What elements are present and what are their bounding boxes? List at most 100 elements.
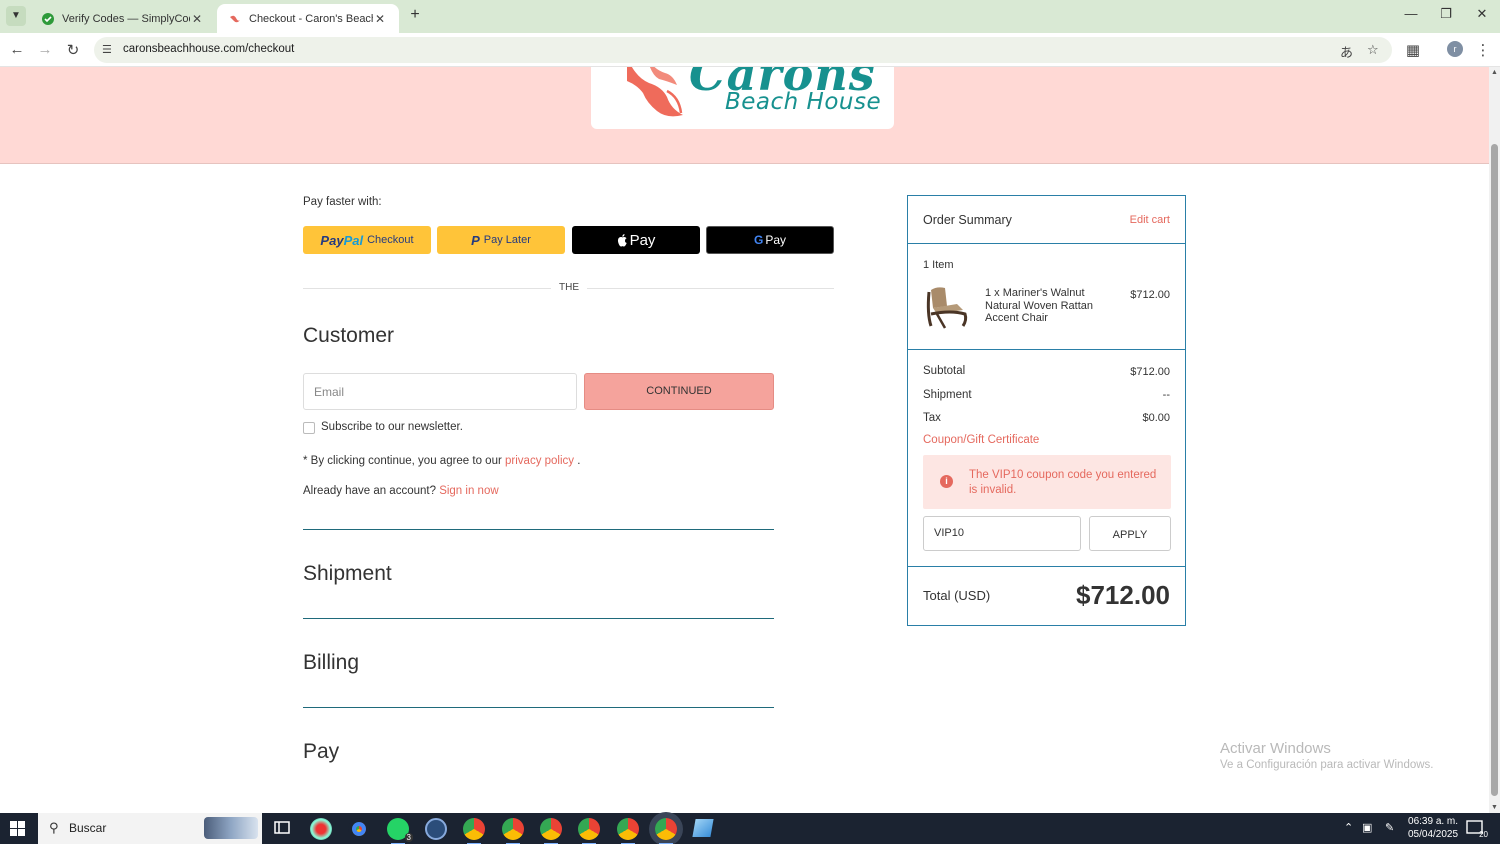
chrome-profile-icon[interactable] xyxy=(655,818,677,844)
clock-time: 06:39 a. m. xyxy=(1408,816,1459,827)
paypal-checkout-label: Checkout xyxy=(367,234,414,246)
bird-logo-icon xyxy=(627,67,683,117)
vpn-app-icon[interactable] xyxy=(425,818,447,840)
reload-icon[interactable]: ↻ xyxy=(63,41,83,59)
newsletter-checkbox[interactable] xyxy=(303,422,315,434)
email-field[interactable]: Email xyxy=(303,373,577,410)
scroll-down-arrow-icon[interactable]: ▼ xyxy=(1489,804,1500,811)
browser-toolbar: ← → ↻ ☰ caronsbeachhouse.com/checkout あ … xyxy=(0,33,1500,67)
google-pay-button[interactable]: G Pay xyxy=(706,226,834,254)
logo-subtitle: Beach House xyxy=(725,89,882,115)
summary-divider xyxy=(908,566,1185,567)
minimize-icon[interactable]: — xyxy=(1396,6,1426,21)
pay-later-label: Pay Later xyxy=(483,234,531,246)
google-g-icon: G xyxy=(753,233,764,247)
chrome-profile-icon[interactable] xyxy=(463,818,485,844)
tab-caron-checkout[interactable]: Checkout - Caron's Beach House ✕ xyxy=(217,4,399,33)
shipment-value: -- xyxy=(1162,389,1170,401)
chrome-profile-icon[interactable] xyxy=(578,818,600,844)
site-settings-icon[interactable]: ☰ xyxy=(102,43,112,56)
tab-simplycodes[interactable]: Verify Codes — SimplyCodes ✕ xyxy=(30,4,216,33)
section-divider xyxy=(303,707,774,708)
network-icon[interactable]: ▣ xyxy=(1362,821,1372,834)
taskbar-search[interactable]: ⚲ Buscar xyxy=(38,813,262,844)
notepad-app-icon[interactable] xyxy=(692,819,714,837)
apple-pay-button[interactable]: Pay xyxy=(572,226,700,254)
pay-faster-label: Pay faster with: xyxy=(303,196,382,208)
total-label: Total (USD) xyxy=(923,588,991,603)
info-icon: i xyxy=(940,475,953,488)
privacy-policy-link[interactable]: privacy policy xyxy=(505,455,574,467)
profile-avatar[interactable]: r xyxy=(1447,41,1463,57)
notifications-icon[interactable]: 20 xyxy=(1466,819,1488,839)
tab-title: Verify Codes — SimplyCodes xyxy=(62,12,190,25)
chrome-profile-icon[interactable] xyxy=(617,818,639,844)
tray-expand-icon[interactable]: ⌃ xyxy=(1344,821,1353,834)
newsletter-label[interactable]: Subscribe to our newsletter. xyxy=(321,421,463,433)
tax-label: Tax xyxy=(923,412,941,424)
chrome-profile-icon[interactable] xyxy=(502,818,524,844)
order-summary-header: Order Summary Edit cart xyxy=(908,196,1185,244)
forward-arrow-icon[interactable]: → xyxy=(35,41,55,58)
extensions-puzzle-icon[interactable]: ▦ xyxy=(1403,41,1423,59)
whatsapp-icon[interactable]: 3 xyxy=(387,818,413,844)
browser-menu-icon[interactable]: ⋮ xyxy=(1473,41,1493,59)
translate-icon[interactable]: あ xyxy=(1340,42,1353,61)
windows-taskbar: ⚲ Buscar 3 ⌃ ▣ ✎ 06:39 a. m. 05/04/2025 … xyxy=(0,813,1500,844)
task-view-icon[interactable] xyxy=(273,819,291,837)
divider-right xyxy=(587,288,834,289)
continue-button[interactable]: CONTINUED xyxy=(584,373,774,410)
tax-value: $0.00 xyxy=(1142,412,1170,424)
checkout-page: Carons Beach House Pay faster with: Pay P… xyxy=(0,67,1489,813)
back-arrow-icon[interactable]: ← xyxy=(7,41,27,58)
page-scrollbar[interactable]: ▲ ▼ xyxy=(1489,67,1500,813)
clock-date: 05/04/2025 xyxy=(1408,829,1459,840)
search-icon: ⚲ xyxy=(49,820,59,835)
divider-label: THE xyxy=(559,282,579,293)
browser-tab-bar: ▼ Verify Codes — SimplyCodes ✕ Checkout … xyxy=(0,0,1500,33)
scrollbar-thumb[interactable] xyxy=(1491,144,1498,796)
chrome-icon[interactable] xyxy=(348,818,370,840)
url-text[interactable]: caronsbeachhouse.com/checkout xyxy=(123,43,294,55)
coupon-code-input[interactable]: VIP10 xyxy=(923,516,1081,551)
windows-activation-title: Activar Windows xyxy=(1220,740,1331,757)
address-bar[interactable]: ☰ caronsbeachhouse.com/checkout あ ☆ xyxy=(94,37,1392,63)
bookmark-star-icon[interactable]: ☆ xyxy=(1367,42,1379,58)
sign-in-link[interactable]: Sign in now xyxy=(439,485,498,497)
apply-coupon-button[interactable]: APPLY xyxy=(1089,516,1171,551)
agree-text: * By clicking continue, you agree to our… xyxy=(303,455,581,467)
site-logo[interactable]: Carons Beach House xyxy=(591,67,894,129)
paypal-pay-later-button[interactable]: P Pay Later xyxy=(437,226,565,254)
coupon-gift-certificate-link[interactable]: Coupon/Gift Certificate xyxy=(923,434,1039,446)
windows-start-icon[interactable] xyxy=(10,821,25,836)
windows-activation-subtitle: Ve a Configuración para activar Windows. xyxy=(1220,759,1434,771)
restore-icon[interactable]: ❐ xyxy=(1431,6,1461,22)
tab-title: Checkout - Caron's Beach House xyxy=(249,12,373,25)
item-count: 1 Item xyxy=(923,259,954,271)
shipment-heading[interactable]: Shipment xyxy=(303,562,392,586)
caron-bird-favicon-icon xyxy=(230,15,240,22)
rattan-chair-thumbnail xyxy=(926,287,968,329)
simplycodes-favicon-icon xyxy=(42,12,54,25)
paypal-checkout-button[interactable]: Pay Pal Checkout xyxy=(303,226,431,254)
apple-pay-label: Pay xyxy=(629,231,656,249)
section-divider xyxy=(303,529,774,530)
tab-close-icon[interactable]: ✕ xyxy=(190,12,204,26)
window-close-icon[interactable]: ✕ xyxy=(1467,6,1497,22)
pay-heading[interactable]: Pay xyxy=(303,740,339,764)
scroll-up-arrow-icon[interactable]: ▲ xyxy=(1489,69,1500,76)
divider-left xyxy=(303,288,551,289)
tab-close-icon[interactable]: ✕ xyxy=(373,12,387,26)
game-app-icon[interactable] xyxy=(310,818,332,840)
tab-search-button[interactable]: ▼ xyxy=(6,6,26,26)
pen-icon[interactable]: ✎ xyxy=(1385,821,1394,834)
apple-logo-icon xyxy=(617,233,627,247)
google-pay-label: Pay xyxy=(765,233,787,247)
summary-divider xyxy=(908,349,1185,350)
billing-heading[interactable]: Billing xyxy=(303,651,359,675)
taskbar-clock[interactable]: 06:39 a. m. 05/04/2025 xyxy=(1408,815,1458,841)
new-tab-plus-icon[interactable]: + xyxy=(406,6,424,24)
item-price: $712.00 xyxy=(1130,289,1170,301)
chrome-profile-icon[interactable] xyxy=(540,818,562,844)
edit-cart-link[interactable]: Edit cart xyxy=(1130,214,1170,226)
